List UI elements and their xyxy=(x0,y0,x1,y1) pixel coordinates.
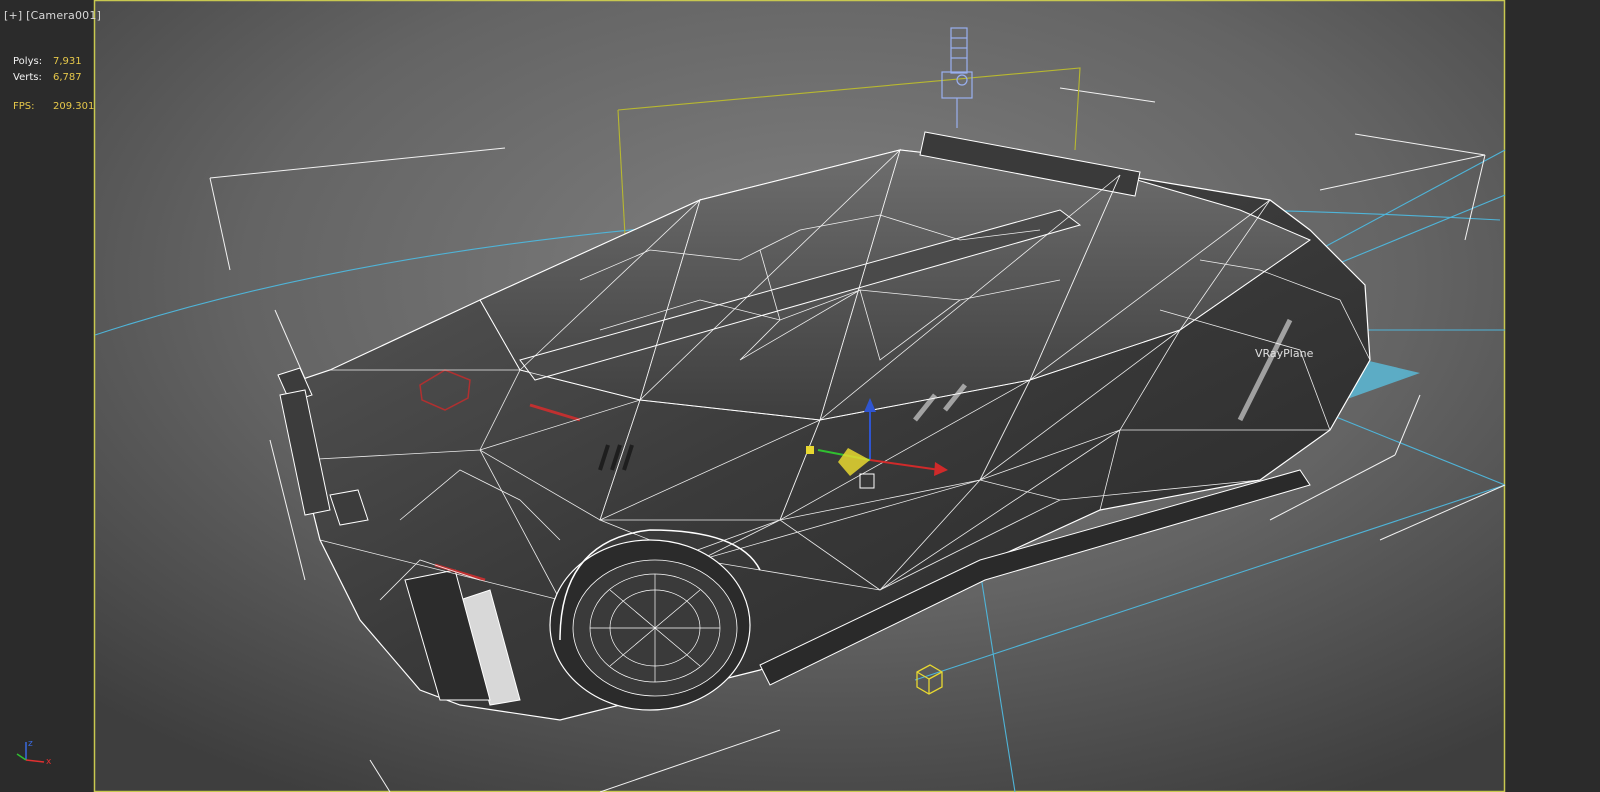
left-panel-strip xyxy=(0,0,95,792)
vray-plane-label: VRayPlane xyxy=(1255,347,1314,360)
verts-label: Verts: xyxy=(13,72,42,83)
verts-value: 6,787 xyxy=(53,72,82,83)
axis-x-label: x xyxy=(46,757,52,767)
polys-value: 7,931 xyxy=(53,56,82,67)
verts-row: Verts: 6,787 xyxy=(13,70,82,86)
polys-row: Polys: 7,931 xyxy=(13,54,82,70)
viewport-3d[interactable]: z x [+] [Camera001] Polys: 7,931 Verts: … xyxy=(0,0,1600,792)
fps-row: FPS: 209.301 xyxy=(13,101,94,112)
polys-label: Polys: xyxy=(13,56,43,67)
axis-z-label: z xyxy=(28,739,33,749)
scene-canvas[interactable]: z x xyxy=(0,0,1600,792)
viewport-plus-menu[interactable]: [+] xyxy=(4,9,22,22)
viewport-camera-menu[interactable]: [Camera001] xyxy=(26,9,101,22)
fps-value: 209.301 xyxy=(53,101,95,112)
viewport-label: [+] [Camera001] xyxy=(4,9,101,22)
right-panel-strip xyxy=(1505,0,1600,792)
viewport-stats: Polys: 7,931 Verts: 6,787 xyxy=(13,54,82,86)
fps-label: FPS: xyxy=(13,101,35,112)
